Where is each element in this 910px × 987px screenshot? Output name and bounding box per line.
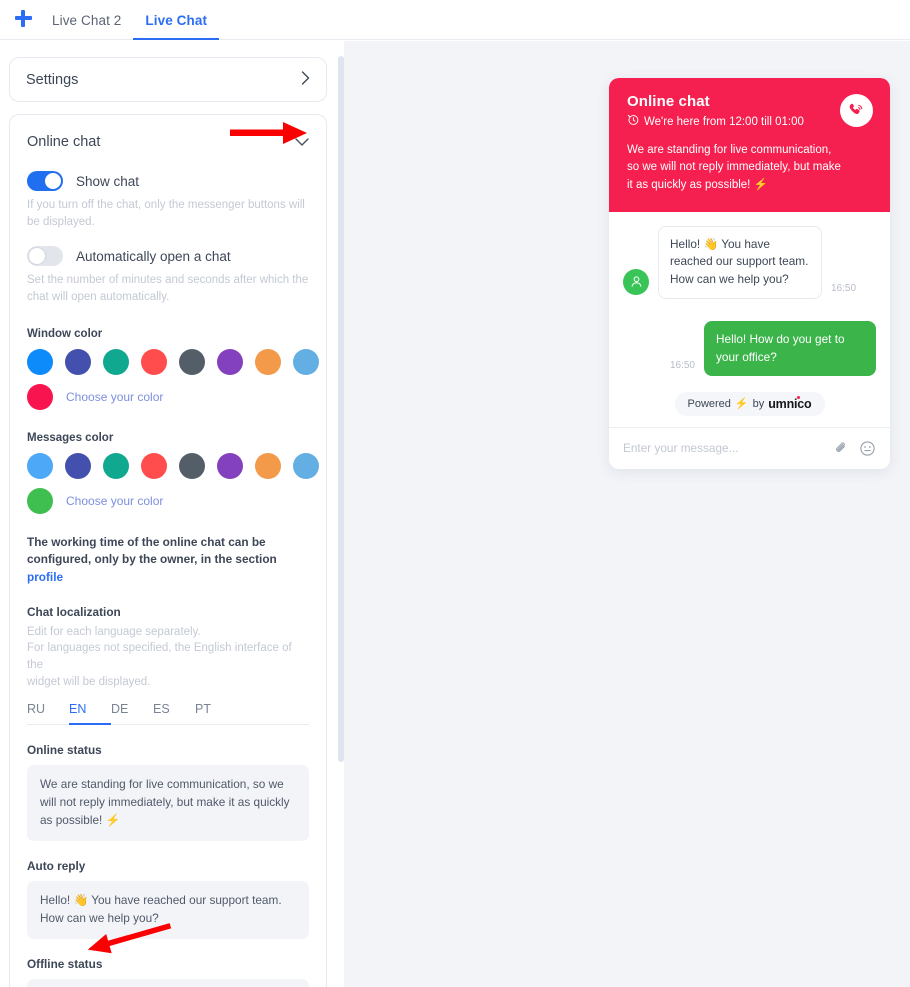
agent-avatar-icon bbox=[623, 268, 649, 295]
messages-custom-color-row: Choose your color bbox=[27, 487, 309, 514]
widget-status-text: We are standing for live communication, … bbox=[627, 144, 841, 191]
online-chat-header: Online chat bbox=[27, 129, 309, 155]
widget-header: Online chat We're here from 12:00 till 0… bbox=[609, 78, 890, 212]
profile-link[interactable]: profile bbox=[27, 570, 63, 584]
auto-open-toggle[interactable] bbox=[27, 246, 63, 267]
message-outgoing: 16:50 Hello! How do you get to your offi… bbox=[623, 320, 876, 377]
message-incoming: Hello! 👋 You have reached our support te… bbox=[623, 225, 876, 299]
online-status-label: Online status bbox=[27, 743, 102, 758]
window-color-swatch-3[interactable] bbox=[141, 348, 167, 375]
language-tab-pt[interactable]: PT bbox=[195, 702, 237, 725]
window-color-swatches bbox=[27, 348, 319, 375]
language-tab-en[interactable]: EN bbox=[69, 702, 111, 726]
online-chat-card: Online chat Show chat If you turn off th… bbox=[9, 114, 327, 987]
messages-color-swatch-6[interactable] bbox=[255, 452, 281, 479]
auto-open-row: Automatically open a chat bbox=[27, 246, 309, 267]
plus-icon bbox=[14, 9, 32, 27]
message-input[interactable]: Enter your message... bbox=[623, 441, 823, 455]
auto-open-hint: Set the number of minutes and seconds af… bbox=[27, 274, 309, 304]
widget-composer: Enter your message... bbox=[609, 426, 890, 469]
widget-hours: We're here from 12:00 till 01:00 bbox=[627, 114, 872, 129]
localization-hint: Edit for each language separately. For l… bbox=[27, 624, 309, 691]
phone-call-icon[interactable] bbox=[840, 94, 873, 127]
language-tabs: RU EN DE ES PT bbox=[27, 702, 309, 726]
chevron-down-icon[interactable] bbox=[295, 136, 309, 149]
umnico-wordmark: umnico bbox=[768, 396, 812, 411]
language-tab-ru[interactable]: RU bbox=[27, 702, 69, 725]
settings-panel: Settings Online chat Show chat If you tu… bbox=[0, 41, 336, 987]
chat-widget-preview: Online chat We're here from 12:00 till 0… bbox=[609, 78, 890, 469]
localization-title: Chat localization bbox=[27, 604, 121, 619]
powered-prefix: Powered bbox=[687, 397, 731, 410]
messages-color-swatch-7[interactable] bbox=[293, 452, 319, 479]
show-chat-row: Show chat bbox=[27, 171, 309, 191]
widget-message-list: Hello! 👋 You have reached our support te… bbox=[609, 211, 890, 427]
window-choose-color-link[interactable]: Choose your color bbox=[66, 390, 163, 404]
bubble-text: Hello! 👋 You have reached our support te… bbox=[658, 225, 822, 299]
toggle-knob bbox=[45, 173, 61, 189]
localization-hint-line2: For languages not specified, the English… bbox=[27, 642, 292, 672]
message-time: 16:50 bbox=[831, 282, 857, 294]
bubble-text: Hello! How do you get to your office? bbox=[704, 320, 876, 377]
messages-custom-color-swatch[interactable] bbox=[27, 487, 53, 514]
window-color-swatch-4[interactable] bbox=[179, 348, 205, 375]
localization-hint-line1: Edit for each language separately. bbox=[27, 625, 201, 638]
paperclip-icon[interactable] bbox=[833, 440, 849, 456]
online-chat-title: Online chat bbox=[27, 134, 101, 150]
messages-color-swatch-2[interactable] bbox=[103, 452, 129, 479]
add-tab-button[interactable] bbox=[6, 0, 40, 37]
show-chat-toggle[interactable] bbox=[27, 171, 63, 191]
offline-status-input[interactable]: Our working time is over, but you can le… bbox=[27, 979, 309, 987]
working-time-note: The working time of the online chat can … bbox=[27, 534, 309, 587]
preview-panel: Online chat We're here from 12:00 till 0… bbox=[344, 41, 910, 987]
messages-color-swatch-0[interactable] bbox=[27, 452, 53, 479]
app-root: Live Chat 2 Live Chat Settings Online ch… bbox=[0, 0, 910, 987]
window-color-swatch-6[interactable] bbox=[255, 348, 281, 375]
window-color-label: Window color bbox=[27, 327, 103, 340]
settings-card[interactable]: Settings bbox=[9, 57, 327, 102]
widget-title: Online chat bbox=[627, 93, 710, 110]
message-time: 16:50 bbox=[669, 360, 695, 372]
window-color-swatch-2[interactable] bbox=[103, 348, 129, 375]
smiley-icon[interactable] bbox=[859, 440, 876, 457]
window-custom-color-swatch[interactable] bbox=[27, 383, 53, 410]
powered-by-word: by bbox=[752, 397, 765, 410]
messages-color-swatch-4[interactable] bbox=[179, 452, 205, 479]
messages-color-swatch-5[interactable] bbox=[217, 452, 243, 479]
online-status-input[interactable]: We are standing for live communication, … bbox=[27, 765, 309, 842]
show-chat-hint: If you turn off the chat, only the messe… bbox=[27, 199, 305, 228]
language-tab-de[interactable]: DE bbox=[111, 702, 153, 725]
bolt-icon: ⚡ bbox=[734, 398, 749, 411]
messages-color-swatch-1[interactable] bbox=[65, 452, 91, 479]
offline-status-label: Offline status bbox=[27, 957, 103, 972]
auto-reply-label: Auto reply bbox=[27, 859, 86, 874]
powered-by-badge[interactable]: Powered ⚡ by umnico bbox=[674, 391, 825, 416]
window-color-swatch-7[interactable] bbox=[293, 348, 319, 375]
window-color-swatch-5[interactable] bbox=[217, 348, 243, 375]
working-time-note-text: The working time of the online chat can … bbox=[27, 534, 277, 567]
language-tab-es[interactable]: ES bbox=[153, 702, 195, 725]
auto-open-label: Automatically open a chat bbox=[76, 248, 231, 264]
messages-color-label: Messages color bbox=[27, 431, 114, 444]
auto-reply-input[interactable]: Hello! 👋 You have reached our support te… bbox=[27, 881, 309, 940]
window-color-swatch-0[interactable] bbox=[27, 348, 53, 375]
localization-hint-line3: widget will be displayed. bbox=[27, 675, 151, 688]
clock-icon bbox=[627, 114, 639, 129]
window-color-swatch-1[interactable] bbox=[65, 348, 91, 375]
toggle-knob bbox=[29, 248, 45, 265]
umnico-logo-dot bbox=[796, 395, 801, 400]
messages-color-swatch-3[interactable] bbox=[141, 452, 167, 479]
chevron-right-icon bbox=[301, 71, 310, 88]
window-custom-color-row: Choose your color bbox=[27, 383, 309, 410]
tab-live-chat[interactable]: Live Chat bbox=[133, 13, 220, 40]
tab-live-chat-2[interactable]: Live Chat 2 bbox=[40, 13, 133, 41]
widget-hours-text: We're here from 12:00 till 01:00 bbox=[644, 115, 804, 128]
tab-bar: Live Chat 2 Live Chat bbox=[0, 0, 910, 40]
umnico-logo: umnico bbox=[768, 395, 812, 411]
settings-card-title: Settings bbox=[26, 71, 79, 88]
messages-choose-color-link[interactable]: Choose your color bbox=[66, 494, 163, 508]
messages-color-swatches bbox=[27, 452, 319, 479]
show-chat-label: Show chat bbox=[76, 173, 140, 189]
